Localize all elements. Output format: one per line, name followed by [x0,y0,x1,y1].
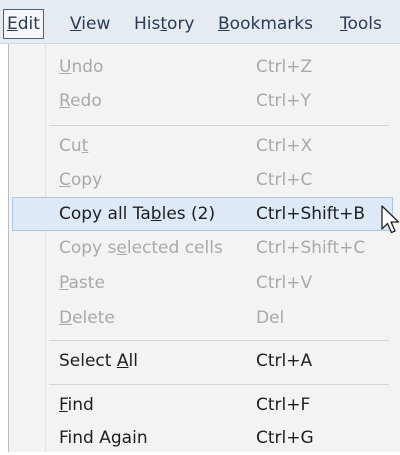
menu-item-label: Find [59,395,94,415]
menubar-bookmarks[interactable]: Bookmarks [218,10,313,38]
menu-item-shortcut: Ctrl+Y [256,91,311,111]
menu-item-copy-all-tables[interactable]: Copy all Tables (2) Ctrl+Shift+B [12,197,393,231]
menu-item-shortcut: Del [256,308,285,328]
menubar-tools[interactable]: Tools [340,10,382,38]
menu-item-shortcut: Ctrl+V [256,273,313,293]
menu-item-label: Copy all Tables (2) [59,204,216,224]
menu-item-label: Delete [59,308,115,328]
menu-item-shortcut: Ctrl+C [256,170,313,190]
menu-item-paste[interactable]: Paste Ctrl+V [9,266,393,300]
menu-item-label: Undo [59,57,104,77]
menu-item-select-all[interactable]: Select All Ctrl+A [9,344,393,378]
edit-menu-dropdown: Undo Ctrl+Z Redo Ctrl+Y Cut Ctrl+X Copy … [8,44,400,452]
menu-item-find[interactable]: Find Ctrl+F [9,388,393,422]
menu-item-shortcut: Ctrl+G [256,428,314,448]
menu-item-cut[interactable]: Cut Ctrl+X [9,129,393,163]
menu-item-label: Select All [59,351,138,371]
menubar-view[interactable]: View [70,10,110,38]
menu-item-delete[interactable]: Delete Del [9,301,393,335]
menu-item-copy[interactable]: Copy Ctrl+C [9,163,393,197]
menu-item-label: Find Again [59,428,148,448]
menubar: Edit View History Bookmarks Tools [0,0,400,44]
menu-item-label: Copy selected cells [59,238,223,258]
menu-item-label: Paste [59,273,105,293]
menu-separator [49,384,389,385]
menu-item-shortcut: Ctrl+Z [256,57,313,77]
menu-separator [49,340,389,341]
mouse-cursor-icon [381,205,400,234]
menu-item-redo[interactable]: Redo Ctrl+Y [9,84,393,118]
menu-item-find-again[interactable]: Find Again Ctrl+G [9,421,393,455]
menu-item-copy-selected-cells[interactable]: Copy selected cells Ctrl+Shift+C [9,231,393,265]
menubar-edit[interactable]: Edit [3,9,44,39]
menu-separator [49,125,389,126]
menu-item-shortcut: Ctrl+F [256,395,311,415]
menu-item-label: Cut [59,136,89,156]
menu-item-shortcut: Ctrl+X [256,136,313,156]
menubar-history[interactable]: History [134,10,195,38]
menu-item-shortcut: Ctrl+A [256,351,313,371]
menu-item-undo[interactable]: Undo Ctrl+Z [9,50,393,84]
menu-item-label: Redo [59,91,102,111]
menu-item-label: Copy [59,170,103,190]
menu-item-shortcut: Ctrl+Shift+B [256,204,366,224]
menu-item-shortcut: Ctrl+Shift+C [256,238,366,258]
